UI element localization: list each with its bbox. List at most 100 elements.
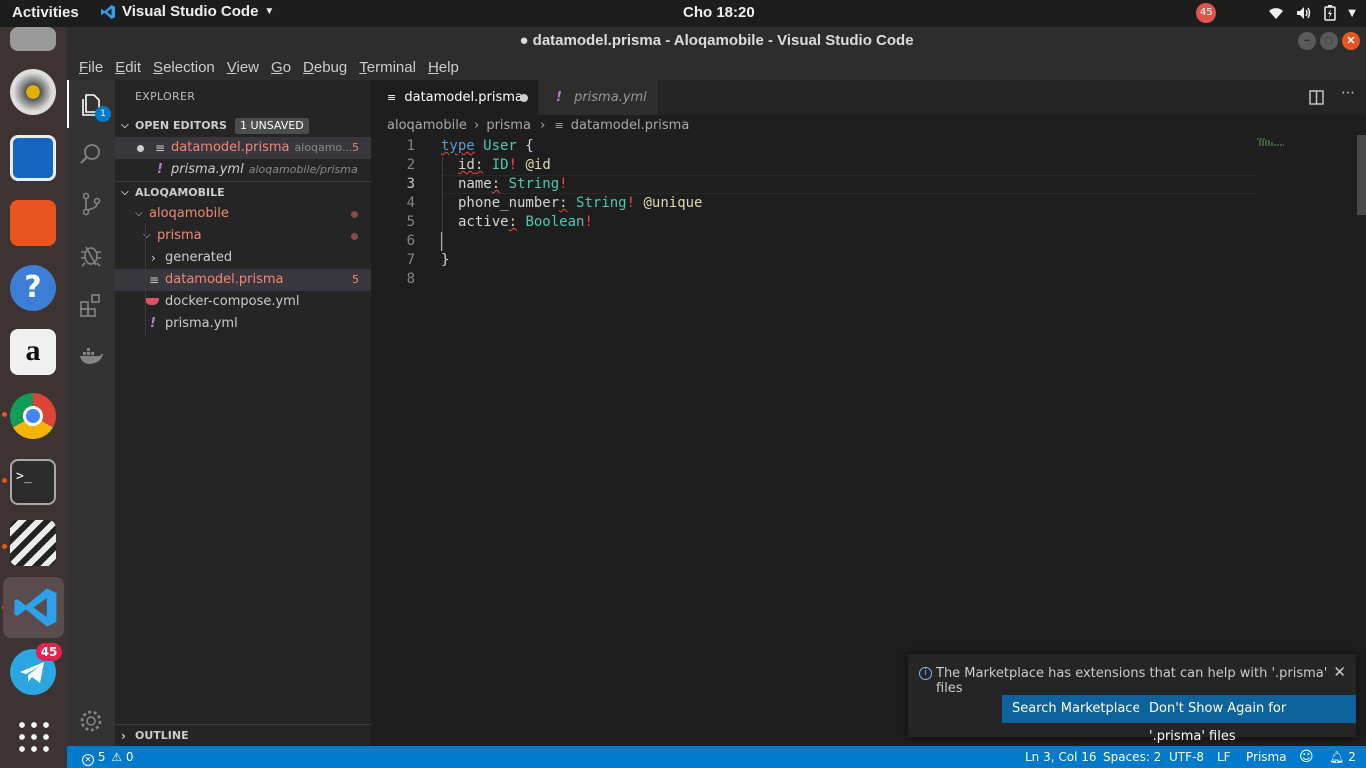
minimize-button[interactable]: − [1298, 32, 1316, 50]
feedback-smiley-icon[interactable]: ☺ [1299, 746, 1314, 768]
clock[interactable]: Cho 18:20 [683, 4, 755, 21]
tab-label: prisma.yml [574, 90, 647, 105]
tree-file[interactable]: ! prisma.yml [115, 313, 371, 335]
file-lines-icon: ≡ [387, 91, 397, 104]
dock-software-center-icon[interactable] [10, 200, 56, 246]
dock-files-icon[interactable] [10, 27, 56, 51]
debug-icon[interactable] [78, 242, 104, 268]
menu-go[interactable]: Go [265, 59, 297, 76]
breadcrumb-item[interactable]: datamodel.prisma [571, 118, 690, 133]
dont-show-again-button[interactable]: Don't Show Again for '.prisma' files [1139, 695, 1356, 744]
dock-video-editor-icon[interactable] [10, 520, 56, 566]
error-icon: ✕ [82, 754, 94, 766]
text-cursor [441, 232, 442, 251]
dock-amazon-icon[interactable]: a [10, 329, 56, 375]
encoding[interactable]: UTF-8 [1169, 746, 1204, 768]
dock-chrome-icon[interactable] [10, 393, 56, 439]
end-of-line[interactable]: LF [1217, 746, 1231, 768]
chevron-down-icon[interactable]: ▼ [1348, 8, 1356, 19]
line-number: 7 [406, 252, 415, 268]
dock-terminal-icon[interactable]: >_ [10, 459, 56, 505]
code-line: id: ID! @id [458, 157, 551, 173]
telegram-badge: 45 [36, 643, 62, 661]
tab-datamodel-prisma[interactable]: ≡ datamodel.prisma [371, 80, 538, 115]
unsaved-dot-icon[interactable] [520, 94, 528, 102]
code-line: phone_number: String! @unique [458, 195, 703, 211]
running-indicator [2, 544, 7, 549]
dock-rhythmbox-icon[interactable] [10, 69, 56, 115]
vscode-icon [101, 4, 115, 19]
search-icon[interactable] [78, 141, 104, 167]
menu-terminal[interactable]: Terminal [353, 59, 422, 76]
code-line: type User { [441, 138, 534, 154]
chevron-down-icon: ⌵ [121, 120, 129, 131]
file-path: aloqamobile/prisma [248, 163, 358, 176]
problems-indicator[interactable]: ✕ 5 ⚠ 0 [82, 746, 134, 768]
problem-count: 5 [352, 273, 359, 286]
dock-vscode-icon[interactable] [3, 577, 64, 638]
indent-guide [442, 156, 443, 251]
close-icon[interactable]: ✕ [1333, 663, 1346, 681]
modified-dot [351, 211, 358, 218]
menu-view[interactable]: View [221, 59, 265, 76]
code-line: active: Boolean! [458, 214, 593, 230]
close-button[interactable]: ✕ [1342, 32, 1360, 50]
folder-name: generated [165, 250, 233, 265]
notification-message: The Marketplace has extensions that can … [936, 666, 1328, 696]
split-editor-icon[interactable] [1309, 90, 1324, 105]
menu-edit[interactable]: Edit [109, 59, 147, 76]
dock-help-icon[interactable]: ? [10, 265, 56, 311]
unsaved-dot-icon[interactable] [137, 145, 144, 152]
tree-folder[interactable]: › generated [115, 247, 371, 269]
unsaved-badge: 1 UNSAVED [234, 118, 309, 134]
menu-file[interactable]: File [73, 59, 109, 76]
extensions-icon[interactable] [78, 292, 104, 318]
yaml-icon: ! [157, 162, 163, 177]
search-marketplace-button[interactable]: Search Marketplace [1002, 695, 1151, 723]
volume-icon[interactable] [1296, 6, 1312, 20]
menu-selection[interactable]: Selection [147, 59, 221, 76]
tree-folder[interactable]: ⌵ aloqamobile [115, 203, 371, 225]
line-number: 1 [406, 138, 415, 154]
tab-prisma-yml[interactable]: ! prisma.yml [538, 80, 658, 115]
info-icon: i [919, 667, 932, 680]
scrollbar-thumb[interactable] [1357, 135, 1366, 215]
gear-icon[interactable] [78, 708, 104, 734]
dock-libreoffice-writer-icon[interactable] [10, 135, 56, 181]
open-editor-item[interactable]: ! prisma.yml aloqamobile/prisma [115, 159, 371, 181]
more-actions-icon[interactable]: ⋯ [1341, 85, 1355, 101]
explorer-badge: 1 [95, 106, 111, 122]
line-number: 2 [406, 157, 415, 173]
file-name: prisma.yml [165, 316, 238, 331]
activities-button[interactable]: Activities [12, 4, 79, 21]
minimap[interactable] [1256, 137, 1288, 147]
file-lines-icon: ≡ [155, 141, 166, 155]
breadcrumb-item[interactable]: prisma [486, 118, 531, 133]
docker-icon[interactable] [78, 343, 104, 369]
system-tray[interactable]: 45 ▼ [1196, 3, 1356, 23]
project-header[interactable]: ⌵ ALOQAMOBILE [115, 181, 371, 203]
tree-folder[interactable]: ⌵ prisma [115, 225, 371, 247]
wifi-icon[interactable] [1268, 6, 1284, 20]
menu-debug[interactable]: Debug [297, 59, 353, 76]
show-applications-icon[interactable] [16, 719, 50, 753]
source-control-icon[interactable] [78, 191, 104, 217]
notification-badge[interactable]: 45 [1196, 3, 1217, 23]
folder-name: aloqamobile [149, 206, 229, 221]
indentation[interactable]: Spaces: 2 [1103, 746, 1161, 768]
tree-file[interactable]: ≡ datamodel.prisma 5 [115, 269, 371, 291]
language-mode[interactable]: Prisma [1246, 746, 1287, 768]
open-editors-header[interactable]: ⌵ OPEN EDITORS 1 UNSAVED [115, 115, 371, 137]
notifications-bell[interactable]: 🔔︎ 2 [1329, 746, 1356, 768]
app-menu[interactable]: Visual Studio Code ▼ [100, 3, 274, 20]
menu-help[interactable]: Help [422, 59, 465, 76]
outline-header[interactable]: › OUTLINE [115, 724, 371, 746]
breadcrumb-item[interactable]: aloqamobile [387, 118, 467, 133]
cursor-position[interactable]: Ln 3, Col 16 [1025, 746, 1097, 768]
battery-icon[interactable] [1324, 5, 1337, 21]
maximize-button[interactable]: □ [1320, 32, 1338, 50]
tree-file[interactable]: docker-compose.yml [115, 291, 371, 313]
breadcrumb: aloqamobile › prisma › ≡ datamodel.prism… [387, 117, 689, 135]
open-editor-item[interactable]: ≡ datamodel.prisma aloqamo... 5 [115, 137, 371, 159]
window-title-bar[interactable]: ● datamodel.prisma - Aloqamobile - Visua… [67, 27, 1366, 55]
